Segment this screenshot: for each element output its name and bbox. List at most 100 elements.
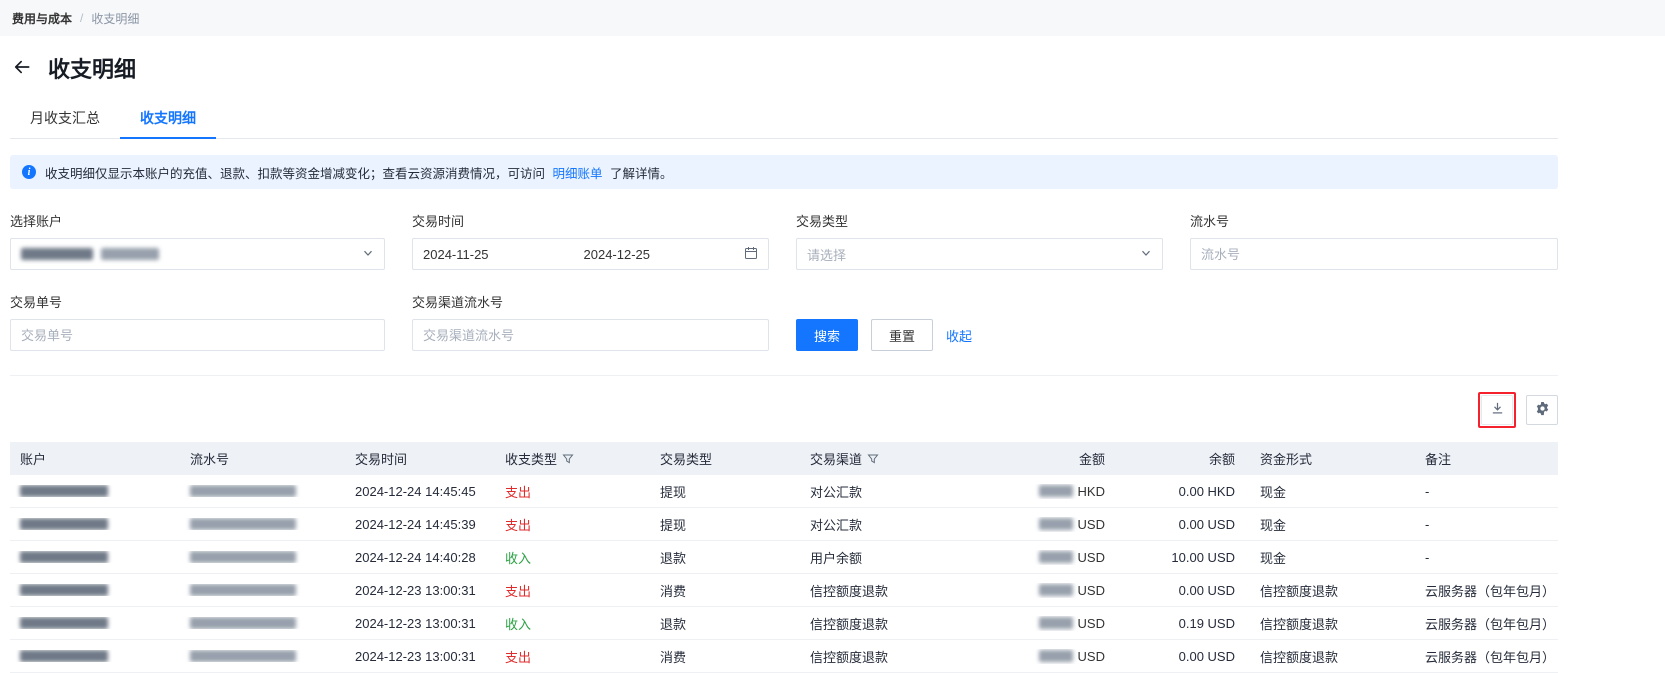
back-arrow-icon <box>12 57 32 80</box>
section-divider <box>10 375 1558 376</box>
detailed-bill-link[interactable]: 明细账单 <box>553 167 603 181</box>
tab-monthly-summary[interactable]: 月收支汇总 <box>10 98 120 138</box>
breadcrumb-item-details: 收支明细 <box>91 11 140 26</box>
cell-amount: HKD <box>990 484 1105 499</box>
amount-currency: USD <box>1077 516 1105 532</box>
column-header-channel: 交易渠道 <box>800 449 990 468</box>
cell-fund-form: 信控额度退款 <box>1260 649 1339 665</box>
breadcrumb: 费用与成本 / 收支明细 <box>0 0 1665 36</box>
tab-income-expense-details[interactable]: 收支明细 <box>120 98 216 139</box>
table-row: 2024-12-24 14:45:45 支出 提现 对公汇款 HKD 0.00 … <box>10 475 1558 508</box>
breadcrumb-separator: / <box>80 11 84 25</box>
cell-amount: USD <box>990 517 1105 532</box>
table-row: 2024-12-23 13:00:31 支出 消费 信控额度退款 USD 0.0… <box>10 574 1558 607</box>
banner-text-before: 收支明细仅显示本账户的充值、退款、扣款等资金增减变化；查看云资源消费情况，可访问 <box>45 166 546 181</box>
cell-balance: 0.00 USD <box>1178 582 1235 598</box>
account-select[interactable] <box>10 238 385 270</box>
export-download-button[interactable] <box>1481 395 1513 425</box>
annotation-highlight-box <box>1478 392 1516 428</box>
redacted-account <box>20 617 108 629</box>
column-header-io-label: 收支类型 <box>505 452 558 467</box>
date-range-field[interactable]: 2024-11-25 2024-12-25 <box>412 238 769 270</box>
cell-remark: - <box>1425 549 1430 565</box>
redacted-serial <box>190 485 296 497</box>
filter-funnel-icon[interactable] <box>867 453 879 465</box>
channel-serial-label: 交易渠道流水号 <box>412 295 504 310</box>
reset-button[interactable]: 重置 <box>871 319 934 351</box>
cell-transaction-time: 2024-12-24 14:40:28 <box>355 549 476 565</box>
cell-transaction-channel: 对公汇款 <box>810 517 863 533</box>
transaction-type-label: 交易类型 <box>796 214 849 229</box>
start-date-value[interactable]: 2024-11-25 <box>423 247 584 262</box>
cell-io-type: 收入 <box>505 550 532 566</box>
serial-no-label: 流水号 <box>1190 214 1230 229</box>
table-body: 2024-12-24 14:45:45 支出 提现 对公汇款 HKD 0.00 … <box>10 475 1558 673</box>
amount-currency: USD <box>1077 549 1105 565</box>
filter-funnel-icon[interactable] <box>562 453 574 465</box>
banner-text-after: 了解详情。 <box>610 166 673 181</box>
redacted-serial <box>190 650 296 662</box>
redacted-account <box>20 485 108 497</box>
amount-currency: USD <box>1077 648 1105 664</box>
cell-balance: 0.19 USD <box>1178 615 1235 631</box>
redacted-serial <box>190 584 296 596</box>
filter-panel: 选择账户 交易时间 2024-11-25 2024-12-25 交易类型 请选择 <box>10 211 1558 351</box>
cell-amount: USD <box>990 616 1105 631</box>
cell-transaction-type: 提现 <box>660 517 687 533</box>
cell-transaction-time: 2024-12-23 13:00:31 <box>355 615 476 631</box>
redacted-account <box>20 518 108 530</box>
tabs-bar: 月收支汇总 收支明细 <box>10 98 1558 139</box>
cell-serial <box>180 518 345 530</box>
column-header-amount: 金额 <box>1078 452 1105 467</box>
cell-balance: 0.00 USD <box>1178 516 1235 532</box>
cell-fund-form: 现金 <box>1260 550 1287 566</box>
cell-transaction-type: 消费 <box>660 649 687 665</box>
transaction-type-select[interactable]: 请选择 <box>796 238 1163 270</box>
cell-balance: 0.00 USD <box>1178 648 1235 664</box>
cell-amount: USD <box>990 583 1105 598</box>
redacted-amount <box>1038 617 1073 629</box>
search-button[interactable]: 搜索 <box>796 319 859 351</box>
cell-transaction-type: 消费 <box>660 583 687 599</box>
amount-currency: USD <box>1077 615 1105 631</box>
column-header-balance: 余额 <box>1208 452 1235 467</box>
cell-remark: 云服务器（包年包月） <box>1425 649 1556 665</box>
cell-transaction-channel: 用户余额 <box>810 550 863 566</box>
cell-transaction-time: 2024-12-23 13:00:31 <box>355 582 476 598</box>
info-icon: i <box>22 165 36 179</box>
cell-amount: USD <box>990 649 1105 664</box>
redacted-serial <box>190 518 296 530</box>
cell-fund-form: 信控额度退款 <box>1260 583 1339 599</box>
serial-no-input[interactable] <box>1190 238 1558 270</box>
page-title: 收支明细 <box>48 57 137 82</box>
cell-fund-form: 现金 <box>1260 517 1287 533</box>
redacted-amount <box>1038 584 1073 596</box>
collapse-link[interactable]: 收起 <box>946 326 972 345</box>
cell-account <box>10 551 180 563</box>
chevron-down-icon <box>362 247 374 262</box>
settings-button[interactable] <box>1526 395 1558 425</box>
column-header-type: 交易类型 <box>660 452 713 467</box>
column-header-fund-form: 资金形式 <box>1260 452 1313 467</box>
back-button[interactable] <box>10 56 34 80</box>
breadcrumb-item-costs[interactable]: 费用与成本 <box>12 10 72 27</box>
channel-serial-input[interactable] <box>412 319 769 351</box>
info-banner: i 收支明细仅显示本账户的充值、退款、扣款等资金增减变化；查看云资源消费情况，可… <box>10 155 1558 189</box>
order-no-input[interactable] <box>10 319 385 351</box>
cell-transaction-time: 2024-12-24 14:45:39 <box>355 516 476 532</box>
column-header-remark: 备注 <box>1425 452 1452 467</box>
cell-remark: - <box>1425 516 1430 532</box>
cell-serial <box>180 650 345 662</box>
end-date-value[interactable]: 2024-12-25 <box>584 247 745 262</box>
cell-serial <box>180 485 345 497</box>
table-row: 2024-12-23 13:00:31 收入 退款 信控额度退款 USD 0.1… <box>10 607 1558 640</box>
cell-remark: 云服务器（包年包月） <box>1425 583 1556 599</box>
cell-account <box>10 518 180 530</box>
transactions-table: 账户 流水号 交易时间 收支类型 交易类型 交易渠道 金额 余额 资金形式 备注… <box>10 442 1558 673</box>
cell-transaction-type: 退款 <box>660 616 687 632</box>
cell-fund-form: 现金 <box>1260 484 1287 500</box>
redacted-serial <box>190 617 296 629</box>
cell-remark: 云服务器（包年包月） <box>1425 616 1556 632</box>
cell-remark: - <box>1425 483 1430 499</box>
redacted-amount <box>1038 551 1073 563</box>
